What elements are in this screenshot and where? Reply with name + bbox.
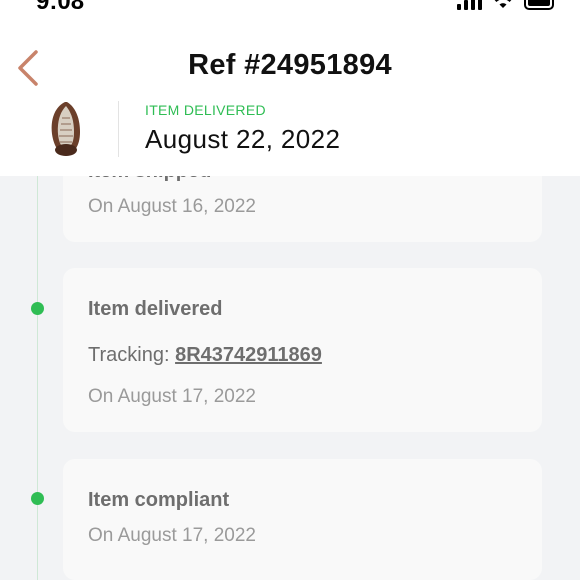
timeline-event-date: On August 17, 2022: [88, 525, 256, 546]
timeline-event-date: On August 17, 2022: [88, 386, 256, 407]
tracking-number-link[interactable]: 8R43742911869: [175, 344, 322, 366]
tracking-label: Tracking:: [88, 344, 170, 366]
status-icons: [457, 0, 554, 10]
header-divider: [118, 101, 119, 157]
tracking-row: Tracking: 8R43742911869: [88, 344, 322, 367]
timeline-dot: [31, 302, 44, 315]
timeline-event-date: On August 16, 2022: [88, 196, 256, 217]
timeline-line: [37, 176, 38, 580]
timeline-dot: [31, 492, 44, 505]
status-time: 9:08: [36, 0, 85, 15]
wifi-icon: [494, 0, 512, 8]
delivery-status-date: August 22, 2022: [145, 124, 341, 154]
status-bar: 9:08: [0, 0, 580, 16]
timeline-event-title: Item compliant: [88, 489, 230, 511]
order-header: Ref #24951894 ITEM DELIVERED August 22, …: [0, 16, 580, 176]
cellular-signal-icon: [457, 0, 482, 10]
page-title: Ref #24951894: [188, 49, 392, 81]
battery-icon: [524, 0, 554, 10]
timeline-card-compliant: Item compliant On August 17, 2022: [63, 459, 542, 580]
item-thumbnail[interactable]: [44, 100, 88, 160]
delivery-status-label: ITEM DELIVERED: [145, 102, 266, 118]
timeline-card-delivered: Item delivered Tracking: 8R43742911869 O…: [63, 268, 542, 432]
timeline-event-title: Item delivered: [88, 298, 223, 320]
